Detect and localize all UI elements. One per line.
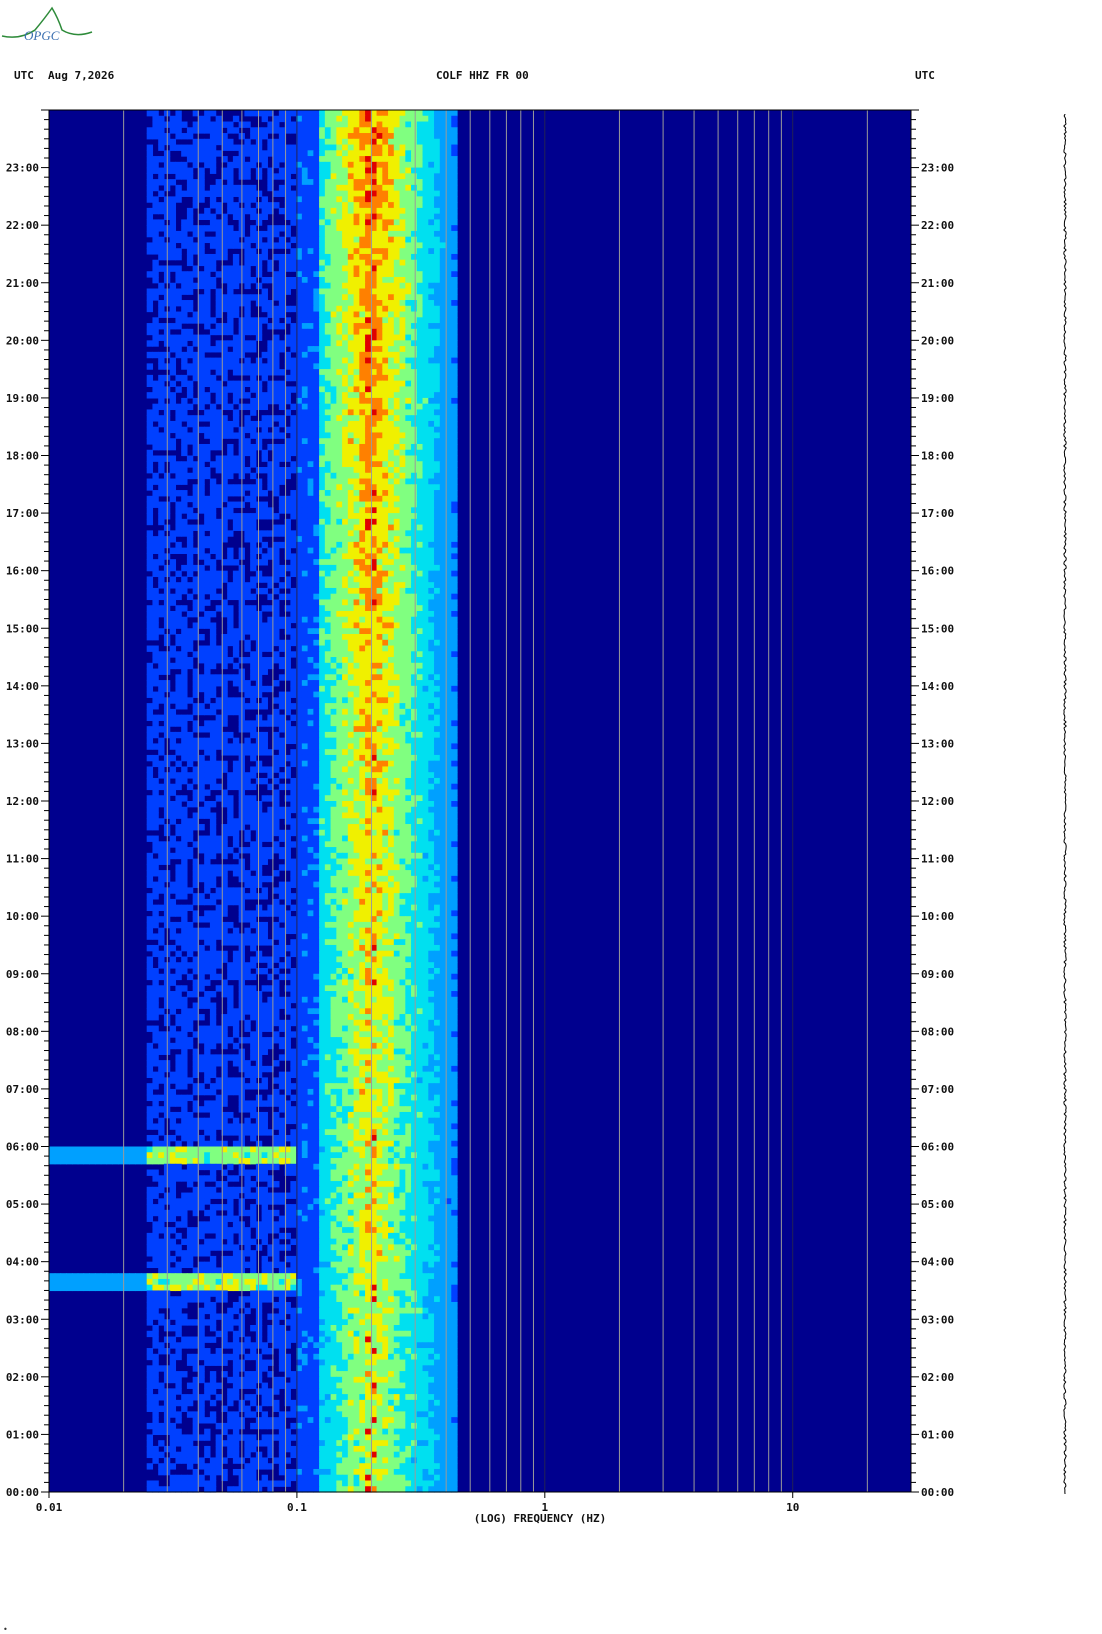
- x-axis: 0.01 0.1 1 10(LOG) FREQUENCY (HZ): [36, 1492, 799, 1525]
- y-tick-label-left: 15:00: [6, 622, 39, 635]
- y-tick-label-left: 13:00: [6, 737, 39, 750]
- x-tick-label: 10: [786, 1501, 799, 1514]
- y-tick-label-right: 10:00: [921, 910, 954, 923]
- y-tick-label-left: 12:00: [6, 795, 39, 808]
- y-tick-label-right: 14:00: [921, 680, 954, 693]
- y-tick-label-right: 22:00: [921, 219, 954, 232]
- y-tick-label-right: 13:00: [921, 737, 954, 750]
- y-tick-label-left: 07:00: [6, 1083, 39, 1096]
- y-tick-label-left: 00:00: [6, 1486, 39, 1499]
- x-axis-label: (LOG) FREQUENCY (HZ): [474, 1512, 606, 1525]
- y-tick-label-left: 02:00: [6, 1371, 39, 1384]
- opgc-logo: OPGC: [1, 6, 93, 43]
- x-tick-label: 0.01: [36, 1501, 63, 1514]
- trace-line: [1063, 114, 1067, 1494]
- y-tick-label-right: 05:00: [921, 1198, 954, 1211]
- seismic-trace: [1063, 114, 1067, 1494]
- y-tick-label-right: 21:00: [921, 277, 954, 290]
- right-timezone: UTC: [915, 69, 935, 82]
- y-tick-label-left: 16:00: [6, 565, 39, 578]
- y-tick-label-left: 20:00: [6, 334, 39, 347]
- y-tick-label-right: 15:00: [921, 622, 954, 635]
- y-tick-label-left: 21:00: [6, 277, 39, 290]
- y-tick-label-left: 11:00: [6, 853, 39, 866]
- y-tick-label-right: 16:00: [921, 565, 954, 578]
- logo-text: OPGC: [24, 28, 60, 43]
- y-tick-label-right: 20:00: [921, 334, 954, 347]
- y-tick-label-left: 10:00: [6, 910, 39, 923]
- y-tick-label-left: 14:00: [6, 680, 39, 693]
- y-tick-label-right: 06:00: [921, 1141, 954, 1154]
- y-tick-label-left: 05:00: [6, 1198, 39, 1211]
- y-tick-label-left: 04:00: [6, 1256, 39, 1269]
- y-tick-label-right: 07:00: [921, 1083, 954, 1096]
- y-tick-label-right: 23:00: [921, 162, 954, 175]
- y-tick-label-right: 11:00: [921, 853, 954, 866]
- y-tick-label-left: 18:00: [6, 450, 39, 463]
- y-tick-label-left: 08:00: [6, 1025, 39, 1038]
- y-tick-label-right: 18:00: [921, 450, 954, 463]
- y-tick-label-right: 03:00: [921, 1313, 954, 1326]
- y-tick-label-right: 00:00: [921, 1486, 954, 1499]
- station-label: COLF HHZ FR 00: [436, 69, 529, 82]
- y-tick-label-right: 19:00: [921, 392, 954, 405]
- left-timezone: UTC: [14, 69, 34, 82]
- y-tick-label-left: 19:00: [6, 392, 39, 405]
- y-tick-label-right: 12:00: [921, 795, 954, 808]
- y-tick-label-left: 09:00: [6, 968, 39, 981]
- y-tick-label-right: 02:00: [921, 1371, 954, 1384]
- y-tick-label-right: 09:00: [921, 968, 954, 981]
- y-tick-label-left: 22:00: [6, 219, 39, 232]
- y-tick-label-left: 06:00: [6, 1141, 39, 1154]
- x-tick-label: 0.1: [287, 1501, 307, 1514]
- spectrogram-chart: 00:00 00:00 01:00 01:00 02:00 02:00 03:00 03:00…: [6, 109, 954, 1525]
- y-tick-label-right: 04:00: [921, 1256, 954, 1269]
- y-tick-label-left: 17:00: [6, 507, 39, 520]
- y-tick-label-right: 17:00: [921, 507, 954, 520]
- y-tick-label-left: 23:00: [6, 162, 39, 175]
- corner-mark: •: [3, 1625, 8, 1634]
- y-tick-label-right: 08:00: [921, 1025, 954, 1038]
- y-tick-label-left: 03:00: [6, 1313, 39, 1326]
- date-label: Aug 7,2026: [48, 69, 115, 82]
- y-tick-label-right: 01:00: [921, 1428, 954, 1441]
- y-tick-label-left: 01:00: [6, 1428, 39, 1441]
